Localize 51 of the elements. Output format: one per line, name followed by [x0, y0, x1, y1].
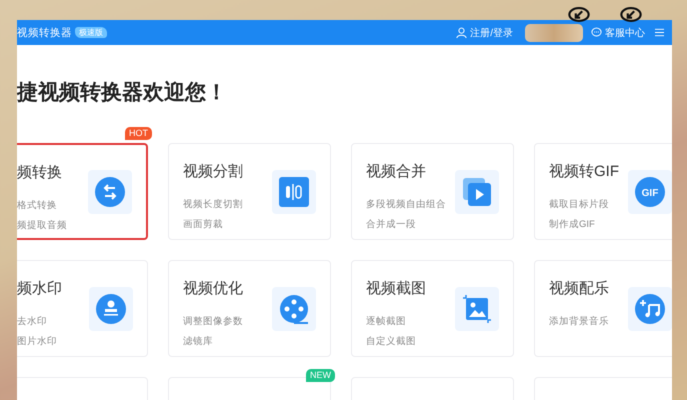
card-title: 视频合并	[366, 162, 427, 181]
card-description: 格式转换	[17, 199, 58, 213]
stamp-icon	[96, 294, 126, 324]
image-crop-icon	[462, 294, 492, 324]
card-description: 多段视频自由组合	[366, 198, 447, 212]
card-description: 画面剪裁	[183, 218, 224, 232]
card-description: 视频长度切割	[183, 198, 244, 212]
hot-badge: HOT	[125, 127, 152, 140]
tool-card[interactable]: 视频配乐 添加背景音乐	[534, 260, 672, 357]
user-icon[interactable]	[456, 27, 468, 38]
chat-icon[interactable]	[591, 27, 602, 38]
card-description: 制作成GIF	[549, 218, 596, 232]
card-title: 视频优化	[183, 279, 244, 298]
card-description: 频提取音频	[17, 219, 68, 233]
tool-card[interactable]: 视频截图 逐帧截图 自定义截图	[351, 260, 514, 357]
card-title: 频水印	[17, 279, 63, 298]
tool-card[interactable]: 频水印 去水印 图片水印	[17, 260, 148, 357]
version-badge: 极速版	[75, 27, 107, 38]
tool-card[interactable]: 视频合并 多段视频自由组合 合并成一段	[351, 143, 514, 240]
arrow-circle-icon[interactable]	[620, 7, 642, 22]
tool-card[interactable]: 视频优化 调整图像参数 滤镜库	[168, 260, 331, 357]
card-title: 视频分割	[183, 162, 244, 181]
card-description: 去水印	[17, 315, 48, 329]
split-icon	[279, 176, 309, 206]
support-link[interactable]: 客服中心	[605, 26, 645, 40]
card-description: 合并成一段	[366, 218, 417, 232]
window-title: 视频转换器	[17, 26, 72, 40]
film-reel-icon	[279, 294, 309, 324]
card-title: 视频转GIF	[549, 162, 620, 181]
tool-card[interactable]: 视频转GIF 截取目标片段 制作成GIF GIF	[534, 143, 672, 240]
tool-card[interactable]: 视频分割 视频长度切割 画面剪裁	[168, 143, 331, 240]
card-description: 逐帧截图	[366, 315, 407, 329]
login-link[interactable]: 注册/登录	[470, 26, 513, 40]
card-description: 添加背景音乐	[549, 315, 610, 329]
menu-icon[interactable]	[655, 28, 664, 37]
card-description: 图片水印	[17, 335, 58, 349]
swap-arrows-icon	[95, 176, 125, 206]
card-description: 调整图像参数	[183, 315, 244, 329]
tool-card[interactable]: 频转换 格式转换 频提取音频	[17, 143, 148, 240]
music-add-icon	[635, 294, 665, 324]
play-layers-icon	[462, 176, 492, 206]
card-title: 频转换	[17, 163, 63, 182]
arrow-circle-icon[interactable]	[568, 7, 590, 22]
card-description: 滤镜库	[183, 335, 214, 349]
new-badge: NEW	[306, 369, 335, 382]
card-title: 视频截图	[366, 279, 427, 298]
avatar-placeholder	[525, 24, 583, 42]
card-description: 截取目标片段	[549, 198, 610, 212]
card-description: 自定义截图	[366, 335, 417, 349]
gif-icon: GIF	[635, 176, 665, 206]
card-title: 视频配乐	[549, 279, 610, 298]
